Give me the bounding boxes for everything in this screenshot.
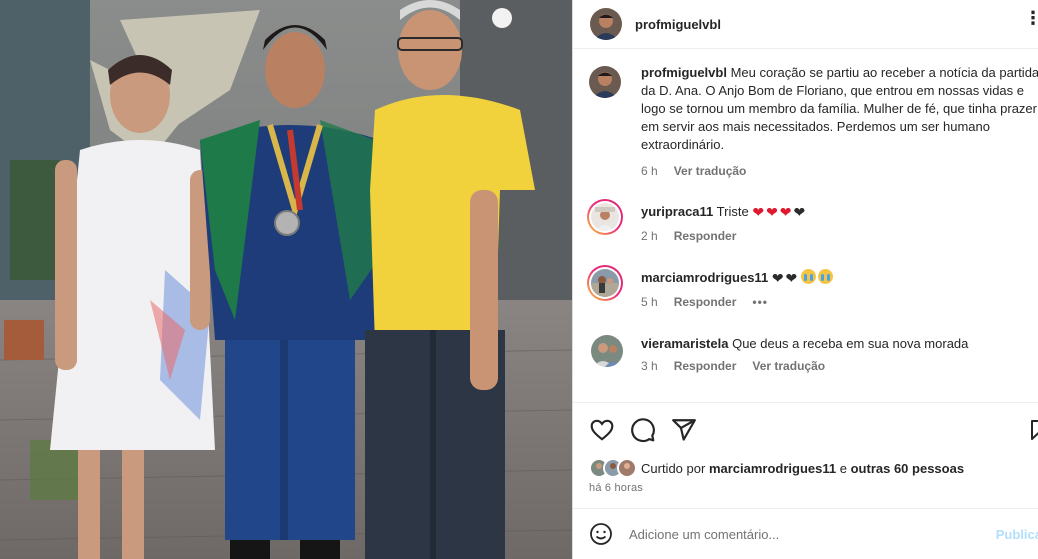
comment-username[interactable]: yuripraca11 [641, 204, 713, 219]
comment-time[interactable]: 3 h [641, 359, 658, 373]
red-heart-emoji: ❤ [779, 204, 792, 220]
translate-link[interactable]: Ver tradução [674, 164, 747, 178]
caption-meta: 6 h Ver tradução [641, 164, 746, 178]
post-header: profmiguelvbl ⋮ [573, 0, 1038, 49]
post-time[interactable]: há 6 horas [589, 482, 643, 494]
comment-meta: 2 h Responder [641, 229, 736, 243]
liker-avatar [617, 458, 637, 478]
caption-avatar[interactable] [587, 64, 623, 100]
comment-text: yuripraca11 Triste ❤ ❤ ❤ ❤ [641, 203, 1038, 221]
comment-content: Que deus a receba em sua nova morada [732, 336, 969, 351]
caption-username[interactable]: profmiguelvbl [641, 65, 727, 80]
comment-avatar[interactable] [587, 199, 623, 235]
more-horizontal-icon[interactable]: ⋮ [1024, 8, 1038, 29]
comment-input[interactable] [629, 526, 989, 542]
black-heart-emoji: ❤ [785, 270, 798, 286]
post-photo-image [0, 0, 572, 559]
caption-text: profmiguelvbl Meu coração se partiu ao r… [641, 64, 1038, 154]
comment-text: marciamrodrigues11 ❤ ❤ [641, 269, 1038, 287]
crying-face-emoji [818, 269, 834, 284]
reply-button[interactable]: Responder [674, 229, 737, 243]
likes-user[interactable]: marciamrodrigues11 [709, 461, 836, 476]
red-heart-emoji: ❤ [766, 204, 778, 220]
publish-button[interactable]: Publicar [996, 527, 1038, 542]
crying-face-emoji [801, 269, 817, 284]
share-icon[interactable] [671, 417, 697, 443]
comment-meta: 3 h Responder Ver tradução [641, 359, 825, 373]
liker-avatars[interactable] [589, 458, 637, 478]
comment-time[interactable]: 5 h [641, 295, 658, 309]
post-side-panel: profmiguelvbl ⋮ profmiguelvbl Meu coraçã… [572, 0, 1038, 559]
comment-icon[interactable] [630, 417, 656, 443]
translate-link[interactable]: Ver tradução [752, 359, 825, 373]
comment-username[interactable]: vieramaristela [641, 336, 728, 351]
comment-options-icon[interactable]: ••• [752, 295, 768, 309]
reply-button[interactable]: Responder [674, 295, 737, 309]
emoji-icon[interactable] [589, 522, 613, 546]
red-heart-emoji: ❤ [752, 204, 765, 220]
comments-list: profmiguelvbl Meu coração se partiu ao r… [573, 50, 1038, 402]
likes-summary: Curtido por marciamrodrigues11 e outras … [589, 458, 964, 478]
post-actions: Curtido por marciamrodrigues11 e outras … [573, 402, 1038, 508]
comment-avatar[interactable] [589, 333, 625, 369]
author-avatar[interactable] [590, 8, 622, 40]
instagram-post: profmiguelvbl ⋮ profmiguelvbl Meu coraçã… [0, 0, 1038, 559]
likes-conj: e [839, 460, 847, 476]
likes-prefix: Curtido por [641, 460, 706, 476]
black-heart-emoji: ❤ [793, 204, 806, 220]
comment-content: Triste [716, 204, 749, 219]
post-photo[interactable] [0, 0, 572, 559]
comment-meta: 5 h Responder ••• [641, 295, 768, 309]
action-icons [589, 417, 697, 443]
comment-time[interactable]: 2 h [641, 229, 658, 243]
comment-username[interactable]: marciamrodrigues11 [641, 270, 768, 285]
author-username[interactable]: profmiguelvbl [635, 17, 721, 32]
caption-time[interactable]: 6 h [641, 164, 658, 178]
likes-others[interactable]: outras 60 pessoas [851, 461, 964, 476]
save-icon[interactable] [1027, 418, 1038, 442]
comment-avatar[interactable] [587, 265, 623, 301]
add-comment-bar: Publicar [573, 508, 1038, 559]
black-heart-emoji: ❤ [771, 270, 784, 286]
comment-text: vieramaristela Que deus a receba em sua … [641, 335, 1038, 353]
like-icon[interactable] [589, 417, 615, 443]
reply-button[interactable]: Responder [674, 359, 737, 373]
